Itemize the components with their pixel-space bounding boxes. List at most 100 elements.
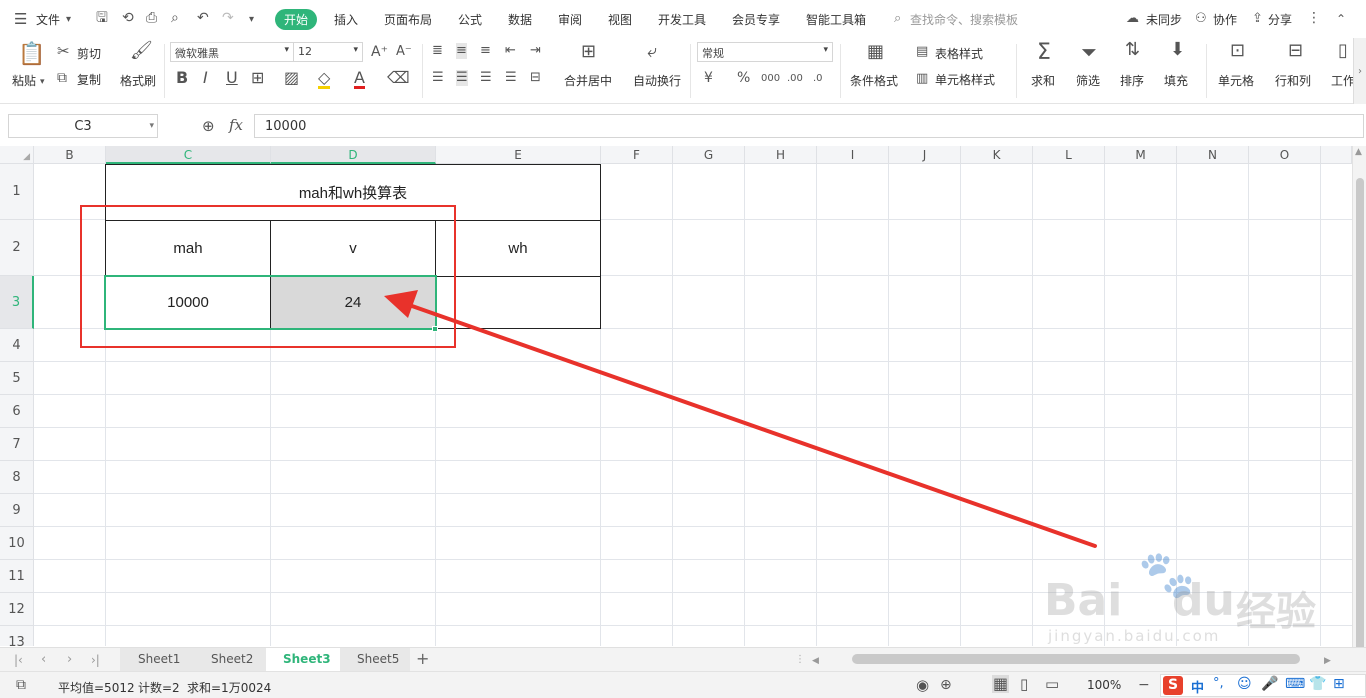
cell-button[interactable]: 单元格 [1218, 72, 1254, 89]
tab-data[interactable]: 数据 [508, 11, 532, 28]
last-sheet-icon[interactable]: ›| [91, 652, 100, 668]
sum-icon[interactable]: Σ [1037, 42, 1051, 64]
row-header-9[interactable]: 9 [0, 494, 34, 527]
tab-view[interactable]: 视图 [608, 11, 632, 28]
column-header-j[interactable]: J [889, 146, 961, 164]
column-header-n[interactable]: N [1177, 146, 1249, 164]
number-format-select[interactable]: 常规 ▾ [697, 42, 833, 62]
row-col-button[interactable]: 行和列 [1275, 72, 1311, 89]
column-header-g[interactable]: G [673, 146, 745, 164]
more-options-icon[interactable]: ⋮ [1307, 10, 1321, 26]
font-grow-icon[interactable]: A⁺ [371, 44, 388, 60]
column-header-o[interactable]: O [1249, 146, 1321, 164]
paste-icon[interactable]: 📋 [18, 44, 45, 66]
tab-home[interactable]: 开始 [275, 9, 318, 30]
value-cell-wh[interactable] [435, 276, 601, 329]
tab-developer[interactable]: 开发工具 [658, 11, 706, 28]
cut-button[interactable]: 剪切 [77, 45, 101, 62]
fill-color-icon[interactable]: ◇ [318, 70, 331, 89]
column-header-f[interactable]: F [601, 146, 673, 164]
redo-icon[interactable]: ↷ [222, 10, 234, 26]
tab-smart-toolbox[interactable]: 智能工具箱 [806, 11, 866, 28]
font-shrink-icon[interactable]: A⁻ [396, 44, 412, 60]
column-header-e[interactable]: E [436, 146, 601, 164]
column-header-b[interactable]: B [34, 146, 106, 164]
row-col-icon[interactable]: ⊟ [1288, 42, 1303, 60]
font-size-select[interactable]: 12 ▾ [293, 42, 363, 62]
add-sheet-icon[interactable]: + [416, 651, 429, 667]
row-header-10[interactable]: 10 [0, 527, 34, 560]
command-search-input[interactable]: 查找命令、搜索模板 [910, 11, 1018, 28]
zoom-level[interactable]: 100% [1087, 678, 1121, 692]
scissors-icon[interactable]: ✂ [57, 43, 70, 59]
font-color-icon[interactable]: A [354, 70, 365, 89]
ribbon-scroll-right[interactable]: › [1353, 38, 1366, 104]
macro-record-icon[interactable]: ⧉ [16, 677, 26, 693]
format-painter-button[interactable]: 格式刷 [120, 72, 156, 89]
tab-insert[interactable]: 插入 [334, 11, 358, 28]
font-name-select[interactable]: 微软雅黑 ▾ [170, 42, 294, 62]
file-menu[interactable]: 文件 [36, 11, 60, 28]
page-view-icon[interactable]: ▯ [1020, 676, 1028, 692]
wrap-text-icon[interactable]: ⤶ [647, 43, 657, 61]
column-header-h[interactable]: H [745, 146, 817, 164]
fill-button[interactable]: 填充 [1164, 72, 1188, 89]
header-cell-wh[interactable]: wh [435, 220, 601, 277]
vertical-scrollbar[interactable]: ▲ [1352, 146, 1366, 658]
row-header-6[interactable]: 6 [0, 395, 34, 428]
row-header-7[interactable]: 7 [0, 428, 34, 461]
splitter-handle-icon[interactable]: ⋮ [795, 652, 805, 668]
collab-icon[interactable]: ⚇ [1195, 11, 1207, 27]
column-header-d[interactable]: D [271, 146, 436, 164]
justify-icon[interactable]: ☰ [505, 70, 517, 86]
zoom-formula-icon[interactable]: ⊕ [202, 118, 215, 134]
filter-button[interactable]: 筛选 [1076, 72, 1100, 89]
eye-protection-icon[interactable]: ◉ [916, 677, 929, 693]
conditional-format-button[interactable]: 条件格式 [850, 72, 898, 89]
scroll-up-icon[interactable]: ▲ [1355, 147, 1362, 157]
merge-center-icon[interactable]: ⊞ [581, 43, 596, 61]
paste-dropdown-icon[interactable]: ▾ [40, 74, 45, 90]
row-header-13[interactable]: 13 [0, 626, 34, 646]
input-method-icon[interactable]: ⊕ [940, 677, 952, 693]
align-bottom-icon[interactable]: ≡ [480, 43, 491, 59]
decrease-decimal-icon[interactable]: .0 [813, 71, 823, 87]
chevron-down-icon[interactable]: ▾ [66, 12, 71, 28]
row-header-12[interactable]: 12 [0, 593, 34, 626]
sheet-tab-2[interactable]: Sheet2 [211, 652, 253, 666]
copy-button[interactable]: 复制 [77, 71, 101, 88]
horizontal-scroll-thumb[interactable] [852, 654, 1300, 664]
print-icon[interactable]: ⎙ [146, 10, 157, 26]
indent-decrease-icon[interactable]: ⇤ [505, 43, 516, 59]
border-icon[interactable]: ⊞ [251, 70, 264, 86]
tab-formula[interactable]: 公式 [458, 11, 482, 28]
prev-sheet-icon[interactable]: ‹ [41, 652, 46, 668]
cell-icon[interactable]: ⊡ [1230, 42, 1245, 60]
distribute-icon[interactable]: ⊟ [530, 70, 541, 86]
sheet-tab-5[interactable]: Sheet5 [357, 652, 399, 666]
collab-button[interactable]: 协作 [1213, 11, 1237, 28]
column-header-i[interactable]: I [817, 146, 889, 164]
sum-button[interactable]: 求和 [1031, 72, 1055, 89]
vertical-scroll-thumb[interactable] [1356, 178, 1364, 658]
scroll-right-icon[interactable]: ▶ [1324, 653, 1331, 669]
zoom-out-icon[interactable]: − [1138, 677, 1150, 693]
currency-icon[interactable]: ¥ [704, 70, 713, 86]
table-style-icon[interactable]: ▤ [916, 44, 928, 60]
wrap-text-button[interactable]: 自动换行 [633, 72, 681, 89]
select-all-corner[interactable]: ◢ [0, 146, 34, 164]
print-preview-icon[interactable]: ⌕ [171, 10, 179, 26]
fill-icon[interactable]: ⬇ [1170, 41, 1185, 59]
next-sheet-icon[interactable]: › [67, 652, 72, 668]
italic-icon[interactable]: I [203, 70, 208, 86]
sheet-tab-3-active[interactable]: Sheet3 [283, 652, 331, 666]
clear-format-icon[interactable]: ⌫ [387, 70, 410, 86]
merge-center-button[interactable]: 合并居中 [564, 72, 612, 89]
percent-icon[interactable]: % [737, 70, 750, 86]
row-header-1[interactable]: 1 [0, 164, 34, 220]
row-header-4[interactable]: 4 [0, 329, 34, 362]
tab-review[interactable]: 审阅 [558, 11, 582, 28]
column-header-c[interactable]: C [106, 146, 271, 164]
page-break-view-icon[interactable]: ▭ [1045, 676, 1059, 692]
collapse-ribbon-icon[interactable]: ⌃ [1336, 11, 1346, 27]
